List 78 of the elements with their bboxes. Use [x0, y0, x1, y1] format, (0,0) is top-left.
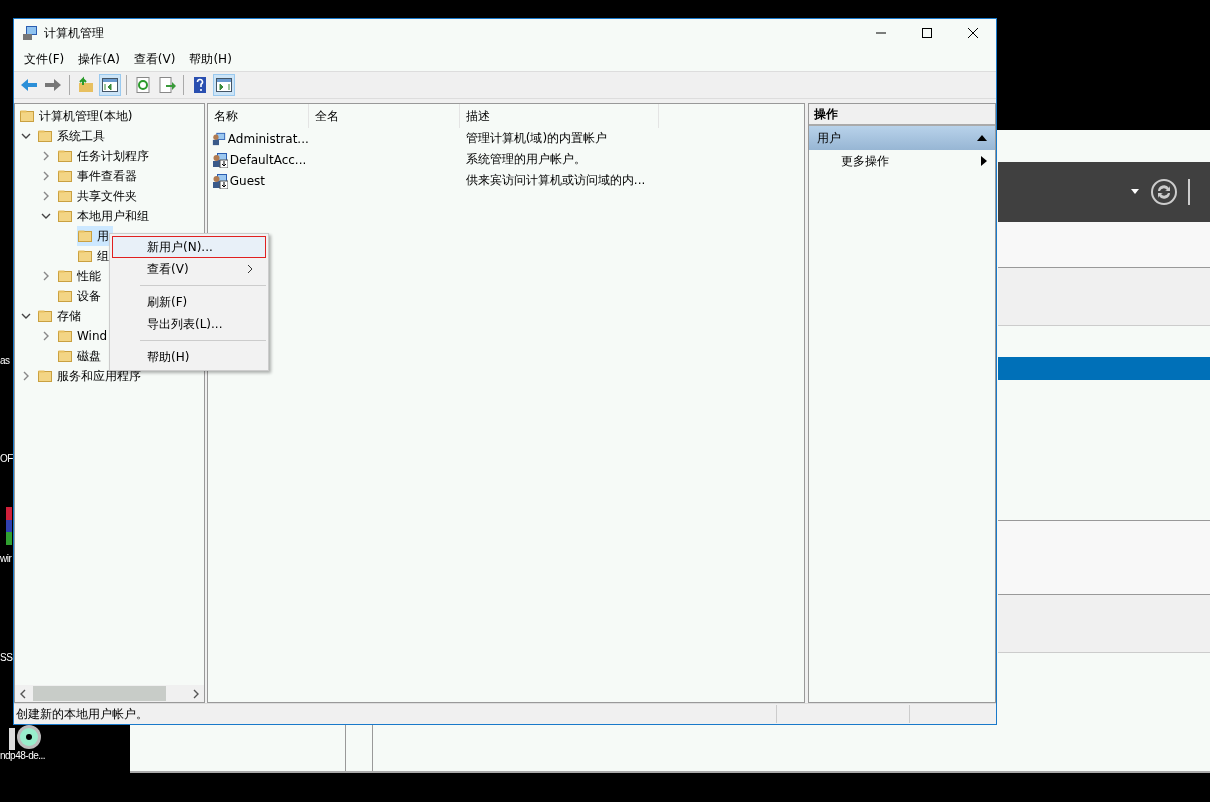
- table-cell: Guest: [229, 173, 266, 188]
- chevron-right-icon[interactable]: [41, 271, 51, 281]
- menu-item[interactable]: 操作(A): [72, 50, 126, 68]
- desktop-icon-label[interactable]: wir: [0, 553, 12, 564]
- chevron-down-icon[interactable]: [21, 311, 31, 321]
- folder-icon: [77, 228, 93, 244]
- action-pane-button[interactable]: [213, 74, 235, 96]
- folder-icon: [37, 308, 53, 324]
- menu-item[interactable]: 查看(V): [127, 50, 182, 68]
- menu-item[interactable]: 帮助(H): [183, 50, 238, 68]
- menu-item[interactable]: 文件(F): [18, 50, 71, 68]
- chevron-right-icon[interactable]: [21, 371, 31, 381]
- table-cell-text: 管理计算机(域)的内置帐户: [464, 130, 609, 147]
- folder-icon: [57, 208, 73, 224]
- scroll-right-icon[interactable]: [191, 688, 200, 699]
- tree-item[interactable]: 存储: [37, 306, 85, 326]
- tree-item[interactable]: 系统工具: [37, 126, 109, 146]
- tree-item[interactable]: 事件查看器: [57, 166, 141, 186]
- folder-icon: [37, 368, 53, 384]
- caret-icon[interactable]: [1130, 189, 1140, 195]
- collapse-icon[interactable]: [977, 135, 987, 141]
- tree-pane-button[interactable]: [99, 74, 121, 96]
- section-title: 用户: [817, 129, 842, 147]
- tree-item[interactable]: 磁盘: [57, 346, 105, 366]
- tree-item[interactable]: 用: [77, 226, 113, 246]
- table-cell: Administrat...: [227, 131, 309, 146]
- chevron-down-icon[interactable]: [41, 211, 51, 221]
- context-menu-item[interactable]: 帮助(H): [112, 346, 266, 368]
- action-section-header[interactable]: 用户: [809, 126, 995, 150]
- chevron-right-icon[interactable]: [41, 151, 51, 161]
- context-menu-item[interactable]: 查看(V): [112, 258, 266, 280]
- column-header[interactable]: 描述: [459, 104, 659, 128]
- tree-item[interactable]: 计算机管理(本地): [19, 106, 137, 126]
- refresh-icon[interactable]: [1150, 178, 1178, 206]
- folder-icon: [57, 188, 73, 204]
- context-menu-item[interactable]: 新用户(N)...: [112, 236, 266, 258]
- scroll-left-icon[interactable]: [19, 688, 27, 699]
- export-button[interactable]: [156, 74, 178, 96]
- tree-item[interactable]: 任务计划程序: [57, 146, 153, 166]
- disc-icon[interactable]: [9, 722, 43, 752]
- tree-item[interactable]: 组: [77, 246, 113, 266]
- context-menu-item[interactable]: 刷新(F): [112, 291, 266, 313]
- table-cell-text: 系统管理的用户帐户。: [464, 151, 587, 168]
- folder-icon: [57, 328, 73, 344]
- context-menu-item[interactable]: 导出列表(L)...: [112, 313, 266, 335]
- desktop-icon-label[interactable]: as: [0, 355, 10, 366]
- scrollbar-thumb[interactable]: [33, 686, 166, 701]
- tree-item[interactable]: Wind: [57, 326, 112, 346]
- tree-item[interactable]: 设备: [57, 286, 105, 306]
- chevron-right-icon[interactable]: [41, 331, 51, 341]
- folder-icon: [57, 268, 73, 284]
- computer-icon: [22, 25, 38, 41]
- action-item[interactable]: 更多操作: [841, 152, 890, 170]
- chevron-right-icon[interactable]: [41, 191, 51, 201]
- desktop-icon-label[interactable]: OF: [0, 453, 13, 464]
- desktop-icon-label[interactable]: SS: [0, 652, 13, 663]
- folder-icon: [19, 108, 35, 124]
- window-title: 计算机管理: [44, 24, 104, 42]
- folder-icon: [57, 148, 73, 164]
- tree-item[interactable]: 本地用户和组: [57, 206, 153, 226]
- tree-item[interactable]: 服务和应用程序: [37, 366, 145, 386]
- tree-item[interactable]: 性能: [57, 266, 105, 286]
- chevron-right-icon[interactable]: [41, 171, 51, 181]
- folder-icon: [77, 248, 93, 264]
- horizontal-scrollbar[interactable]: [15, 685, 204, 702]
- folder-icon: [57, 168, 73, 184]
- folder-icon: [57, 288, 73, 304]
- desktop-icon-label[interactable]: ndp48-de...: [0, 750, 46, 761]
- tree-item[interactable]: 共享文件夹: [57, 186, 141, 206]
- table-cell: DefaultAcc...: [229, 152, 307, 167]
- folder-icon: [37, 128, 53, 144]
- status-text: 创建新的本地用户帐户。: [15, 705, 149, 723]
- folder-icon: [57, 348, 73, 364]
- actions-header: 操作: [809, 104, 995, 126]
- column-header[interactable]: 全名: [308, 104, 460, 128]
- column-header[interactable]: 名称: [207, 104, 309, 128]
- chevron-down-icon[interactable]: [21, 131, 31, 141]
- table-cell-text: 供来宾访问计算机或访问域的内...: [464, 172, 647, 189]
